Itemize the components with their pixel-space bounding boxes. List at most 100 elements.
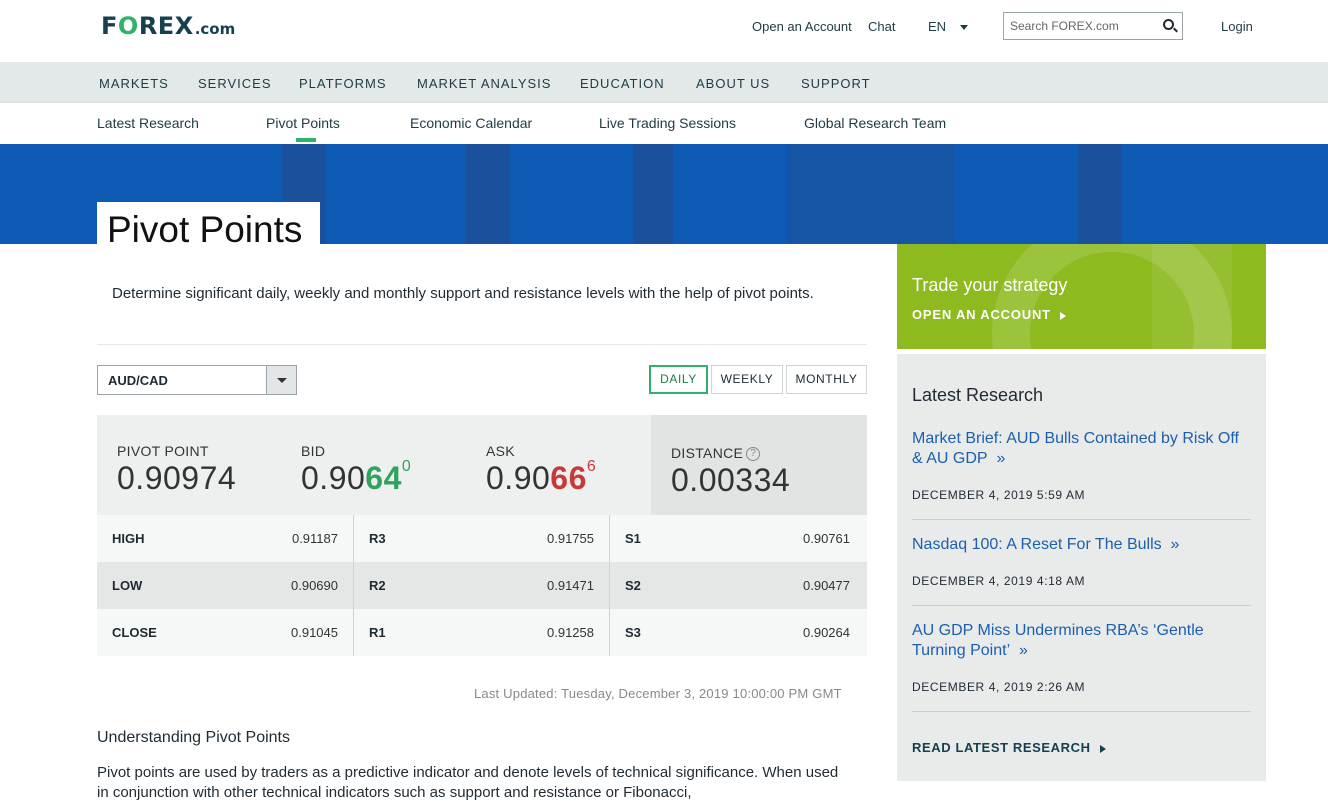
top-bar: FOREX.com Open an Account Chat EN Login xyxy=(0,0,1328,62)
search-icon[interactable] xyxy=(1163,19,1174,30)
divider xyxy=(912,519,1251,520)
nav-education[interactable]: EDUCATION xyxy=(580,76,665,91)
logo-dotcom: .com xyxy=(194,20,236,38)
column-divider xyxy=(353,515,354,656)
nav-market-analysis[interactable]: MARKET ANALYSIS xyxy=(417,76,551,91)
research-title: Latest Research xyxy=(912,385,1044,405)
active-tab-indicator xyxy=(296,138,316,142)
promo-decoration xyxy=(1152,244,1232,349)
sub-nav: Latest Research Pivot Points Economic Ca… xyxy=(0,103,1328,144)
nav-services[interactable]: SERVICES xyxy=(198,76,272,91)
bid-big-figure: 64 xyxy=(365,460,402,496)
pivot-point-label: PIVOT POINT xyxy=(117,443,209,459)
nav-platforms[interactable]: PLATFORMS xyxy=(299,76,387,91)
open-account-link[interactable]: Open an Account xyxy=(752,19,852,34)
search-input[interactable] xyxy=(1004,13,1154,39)
ask-value: 0.90666 xyxy=(486,458,597,497)
logo-letter-f: F xyxy=(101,12,118,40)
ask-label: ASK xyxy=(486,443,515,459)
currency-pair-value: AUD/CAD xyxy=(108,373,168,388)
nav-support[interactable]: SUPPORT xyxy=(801,76,871,91)
language-label: EN xyxy=(928,19,947,34)
level-value: 0.90264 xyxy=(803,625,850,640)
ask-pipette: 6 xyxy=(586,458,597,475)
research-link-title: Nasdaq 100: A Reset For The Bulls xyxy=(912,536,1162,553)
login-link[interactable]: Login xyxy=(1221,19,1253,34)
subnav-live-trading-sessions[interactable]: Live Trading Sessions xyxy=(599,115,736,131)
research-date: DECEMBER 4, 2019 2:26 AM xyxy=(912,680,1086,694)
read-latest-research-link[interactable]: READ LATEST RESEARCH xyxy=(912,740,1106,755)
promo-title: Trade your strategy xyxy=(912,275,1068,295)
research-link[interactable]: Nasdaq 100: A Reset For The Bulls » xyxy=(912,535,1252,555)
subnav-pivot-points[interactable]: Pivot Points xyxy=(266,115,340,131)
nav-about-us[interactable]: ABOUT US xyxy=(696,76,770,91)
bid-label: BID xyxy=(301,443,326,459)
chat-link[interactable]: Chat xyxy=(868,19,895,34)
level-value: 0.90477 xyxy=(803,578,850,593)
research-link-title: Market Brief: AUD Bulls Contained by Ris… xyxy=(912,430,1239,467)
divider xyxy=(912,711,1251,712)
chevron-down-icon[interactable] xyxy=(266,366,296,394)
timeframe-monthly-button[interactable]: MONTHLY xyxy=(786,365,867,394)
distance-label: DISTANCE xyxy=(671,445,744,461)
level-name: R2 xyxy=(369,578,386,593)
level-value: 0.90690 xyxy=(291,578,338,593)
level-value: 0.91471 xyxy=(547,578,594,593)
intro-text: Determine significant daily, weekly and … xyxy=(112,285,814,302)
research-link[interactable]: Market Brief: AUD Bulls Contained by Ris… xyxy=(912,429,1252,469)
subnav-economic-calendar[interactable]: Economic Calendar xyxy=(410,115,532,131)
double-chevron-right-icon: » xyxy=(1170,536,1180,553)
main-nav: MARKETS SERVICES PLATFORMS MARKET ANALYS… xyxy=(0,62,1328,103)
distance-value: 0.00334 xyxy=(671,462,791,498)
bid-pipette: 0 xyxy=(401,458,412,475)
language-selector[interactable]: EN xyxy=(928,19,969,34)
divider xyxy=(97,344,867,345)
level-name: S2 xyxy=(625,578,641,593)
open-account-cta[interactable]: OPEN AN ACCOUNT xyxy=(912,307,1066,322)
help-icon[interactable]: ? xyxy=(746,447,761,462)
research-link[interactable]: AU GDP Miss Undermines RBA’s ‘Gentle Tur… xyxy=(912,621,1252,661)
level-name: CLOSE xyxy=(112,625,157,640)
section-body: Pivot points are used by traders as a pr… xyxy=(97,764,839,801)
level-name: LOW xyxy=(112,578,143,593)
forex-logo[interactable]: FOREX.com xyxy=(101,12,235,40)
subnav-global-research-team[interactable]: Global Research Team xyxy=(804,115,946,131)
page-title: Pivot Points xyxy=(107,209,303,250)
double-chevron-right-icon: » xyxy=(996,450,1006,467)
bid-value: 0.90640 xyxy=(301,458,412,497)
search-box xyxy=(1003,12,1183,40)
hero-stripe xyxy=(1078,144,1122,244)
logo-letter-o: O xyxy=(117,12,139,40)
level-value: 0.91187 xyxy=(291,531,338,546)
timeframe-daily-button[interactable]: DAILY xyxy=(649,365,708,394)
chevron-down-icon xyxy=(960,25,969,31)
table-row: CLOSE 0.91045 R1 0.91258 S3 0.90264 xyxy=(97,609,867,656)
level-name: HIGH xyxy=(112,531,145,546)
level-value: 0.91258 xyxy=(547,625,594,640)
level-value: 0.91755 xyxy=(547,531,594,546)
research-link-title: AU GDP Miss Undermines RBA’s ‘Gentle Tur… xyxy=(912,622,1204,659)
hero-stripe xyxy=(466,144,510,244)
open-account-cta-label: OPEN AN ACCOUNT xyxy=(912,307,1051,322)
promo-banner[interactable]: Trade your strategy OPEN AN ACCOUNT xyxy=(897,244,1266,349)
pivot-levels-table: HIGH 0.91187 R3 0.91755 S1 0.90761 LOW 0… xyxy=(97,515,867,656)
research-date: DECEMBER 4, 2019 5:59 AM xyxy=(912,488,1086,502)
last-updated: Last Updated: Tuesday, December 3, 2019 … xyxy=(474,686,842,701)
subnav-latest-research[interactable]: Latest Research xyxy=(97,115,199,131)
read-latest-research-label: READ LATEST RESEARCH xyxy=(912,740,1091,755)
last-updated-label: Last Updated: xyxy=(474,686,558,701)
distance-label-group: DISTANCE? xyxy=(671,445,761,462)
currency-pair-select[interactable]: AUD/CAD xyxy=(97,365,297,395)
column-divider xyxy=(609,515,610,656)
double-chevron-right-icon: » xyxy=(1019,642,1028,659)
timeframe-weekly-button[interactable]: WEEKLY xyxy=(711,365,783,394)
level-value: 0.90761 xyxy=(803,531,850,546)
level-value: 0.91045 xyxy=(291,625,338,640)
divider xyxy=(912,605,1251,606)
arrow-right-icon xyxy=(1099,744,1106,753)
nav-markets[interactable]: MARKETS xyxy=(99,76,169,91)
ask-prefix: 0.90 xyxy=(486,460,551,496)
table-row: LOW 0.90690 R2 0.91471 S2 0.90477 xyxy=(97,562,867,609)
level-name: R3 xyxy=(369,531,386,546)
logo-letters-rex: REX xyxy=(138,12,194,40)
